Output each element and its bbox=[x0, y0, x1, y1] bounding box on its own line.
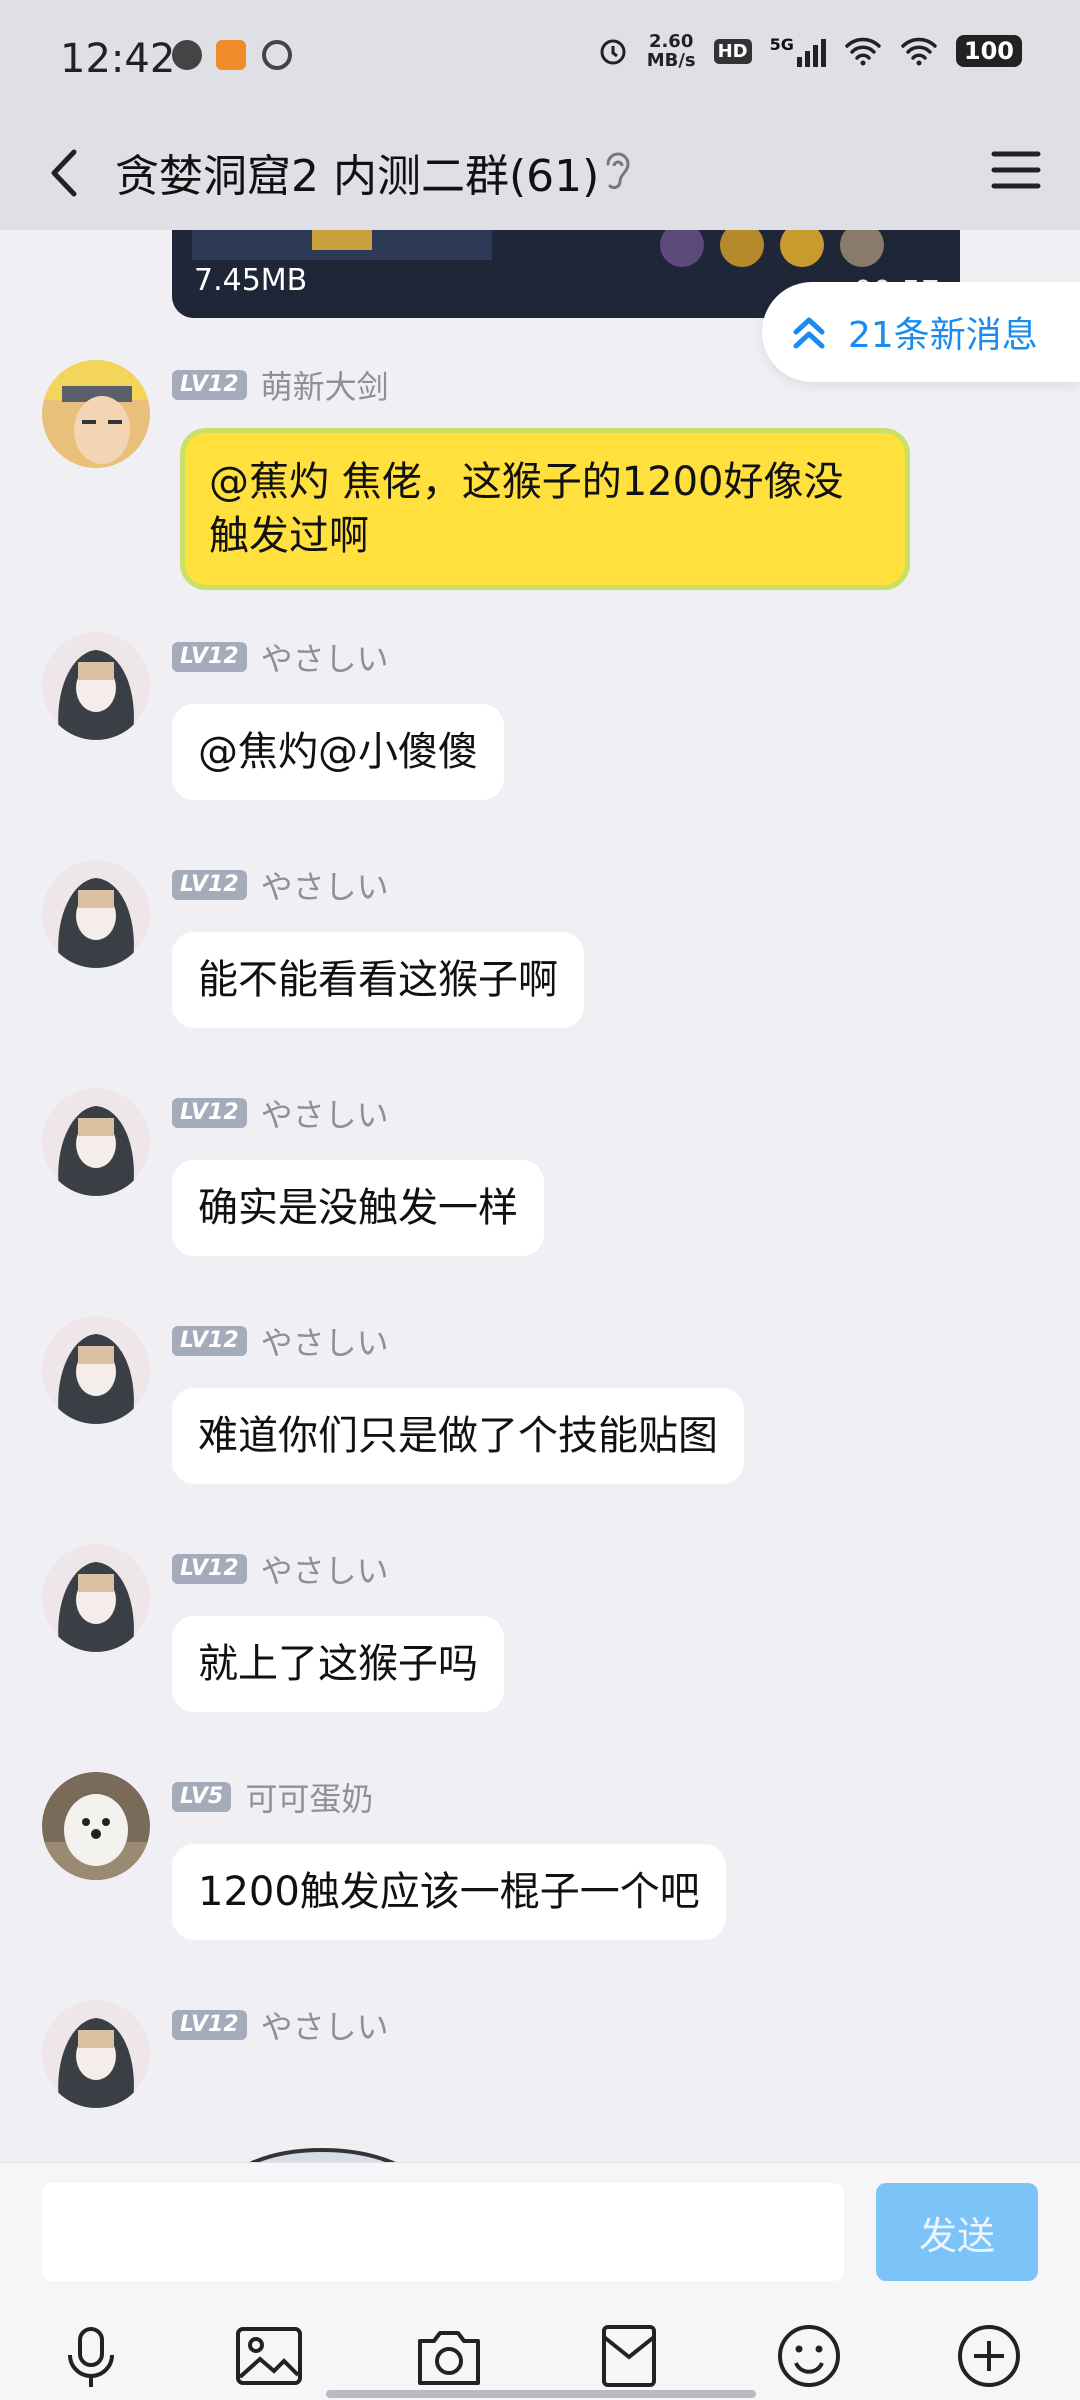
avatar[interactable] bbox=[42, 1772, 150, 1880]
avatar[interactable] bbox=[42, 1544, 150, 1652]
wifi-icon bbox=[845, 37, 881, 66]
avatar[interactable] bbox=[42, 2000, 150, 2108]
app-icon bbox=[216, 40, 246, 70]
sender-name[interactable]: やさしい bbox=[261, 1318, 389, 1364]
sender-name[interactable]: 可可蛋奶 bbox=[245, 1774, 373, 1820]
message-bubble[interactable]: 就上了这猴子吗 bbox=[172, 1616, 504, 1712]
level-badge: LV12 bbox=[172, 2010, 247, 2040]
sticker-image[interactable] bbox=[172, 2080, 472, 2162]
level-badge: LV12 bbox=[172, 870, 247, 900]
avatar[interactable] bbox=[42, 360, 150, 468]
notification-icon bbox=[172, 40, 202, 70]
level-badge: LV12 bbox=[172, 642, 247, 672]
hd-badge: HD bbox=[713, 38, 752, 64]
message-bubble[interactable]: 1200触发应该一棍子一个吧 bbox=[172, 1844, 726, 1940]
clock: 12:42 bbox=[60, 36, 176, 82]
input-bar: 发送 bbox=[0, 2162, 1080, 2400]
level-badge: LV5 bbox=[172, 1782, 232, 1812]
sender-name[interactable]: やさしい bbox=[261, 1090, 389, 1136]
red-packet-icon[interactable] bbox=[594, 2321, 664, 2391]
new-messages-button[interactable]: 21条新消息 bbox=[762, 282, 1080, 382]
new-messages-label: 21条新消息 bbox=[848, 315, 1038, 356]
alarm-icon bbox=[600, 39, 626, 65]
network-speed: 2.60 MB/s bbox=[646, 31, 696, 71]
level-badge: LV12 bbox=[172, 1554, 247, 1584]
sender-name[interactable]: やさしい bbox=[261, 2002, 389, 2048]
message-list[interactable]: 7.45MB 00:57 21条新消息 LV12萌新大剑 @蕉灼 焦佬，这猴子的… bbox=[0, 230, 1080, 2162]
location-icon bbox=[262, 40, 292, 70]
chat-title[interactable]: 贪婪洞窟2 内测二群(61) bbox=[115, 140, 599, 204]
avatar[interactable] bbox=[42, 1088, 150, 1196]
message-bubble[interactable]: @焦灼@小傻傻 bbox=[172, 704, 504, 800]
earpiece-icon[interactable] bbox=[600, 144, 636, 196]
back-icon[interactable] bbox=[38, 138, 98, 208]
message-bubble[interactable]: 难道你们只是做了个技能贴图 bbox=[172, 1388, 744, 1484]
sender-name[interactable]: やさしい bbox=[261, 634, 389, 680]
level-badge: LV12 bbox=[172, 1098, 247, 1128]
microphone-icon[interactable] bbox=[56, 2321, 126, 2391]
avatar[interactable] bbox=[42, 1316, 150, 1424]
sender-name[interactable]: やさしい bbox=[261, 1546, 389, 1592]
chat-header: 贪婪洞窟2 内测二群(61) bbox=[0, 120, 1080, 230]
menu-icon[interactable] bbox=[988, 142, 1044, 198]
emoji-icon[interactable] bbox=[774, 2321, 844, 2391]
camera-icon[interactable] bbox=[414, 2321, 484, 2391]
plus-icon[interactable] bbox=[954, 2321, 1024, 2391]
sender-name[interactable]: やさしい bbox=[261, 862, 389, 908]
video-size: 7.45MB bbox=[194, 263, 308, 298]
message-bubble[interactable]: 能不能看看这猴子啊 bbox=[172, 932, 584, 1028]
message-bubble[interactable]: 确实是没触发一样 bbox=[172, 1160, 544, 1256]
avatar[interactable] bbox=[42, 632, 150, 740]
message-bubble[interactable]: @蕉灼 焦佬，这猴子的1200好像没触发过啊 bbox=[180, 428, 910, 590]
avatar[interactable] bbox=[42, 860, 150, 968]
sender-name[interactable]: 萌新大剑 bbox=[261, 362, 389, 408]
level-badge: LV12 bbox=[172, 1326, 247, 1356]
status-bar: 12:42 2.60 MB/s HD 5G 100 bbox=[0, 0, 1080, 120]
image-icon[interactable] bbox=[234, 2321, 304, 2391]
home-indicator[interactable] bbox=[326, 2390, 756, 2398]
message-input[interactable] bbox=[42, 2183, 844, 2281]
wifi-icon bbox=[901, 37, 937, 66]
level-badge: LV12 bbox=[172, 370, 247, 400]
signal-icon: 5G bbox=[770, 35, 826, 67]
double-chevron-up-icon bbox=[793, 317, 825, 349]
battery-indicator: 100 bbox=[955, 35, 1022, 67]
send-button[interactable]: 发送 bbox=[876, 2183, 1038, 2281]
